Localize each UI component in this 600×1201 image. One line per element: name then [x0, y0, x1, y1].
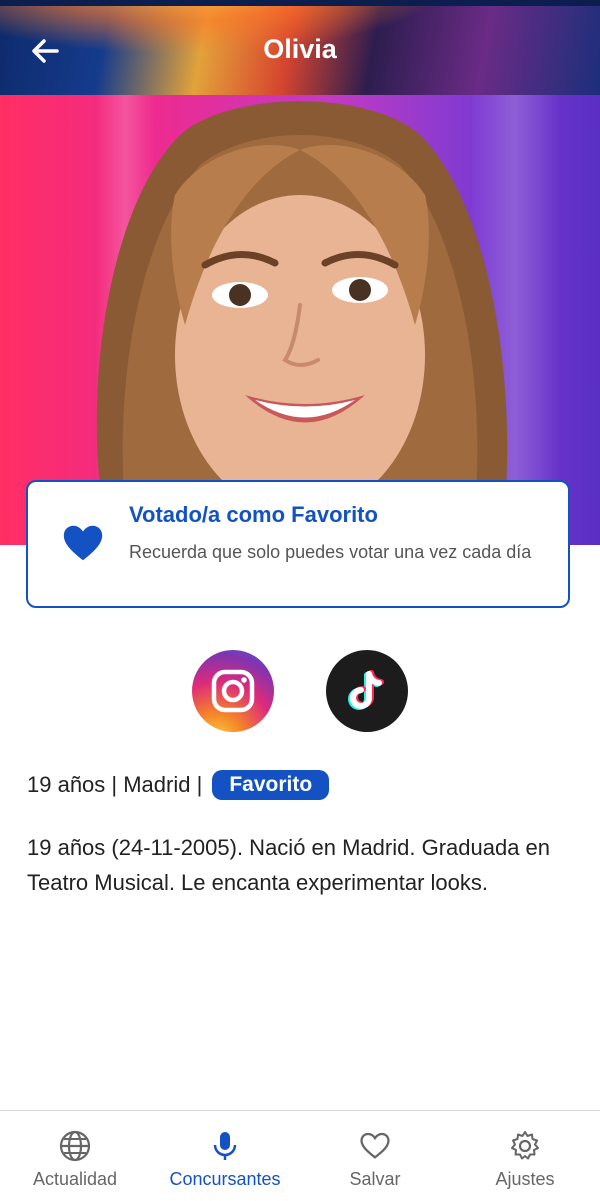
contestant-bio: 19 años (24-11-2005). Nació en Madrid. G…	[27, 835, 551, 895]
nav-item-actualidad[interactable]: Actualidad	[0, 1111, 150, 1201]
nav-label-ajustes: Ajustes	[495, 1169, 555, 1189]
nav-label-concursantes: Concursantes	[169, 1169, 281, 1189]
heart-outline-icon	[360, 1132, 390, 1159]
microphone-icon	[213, 1132, 237, 1160]
gear-icon	[511, 1131, 539, 1160]
globe-icon	[59, 1130, 91, 1162]
portrait-illustration	[96, 101, 508, 545]
status-strip	[0, 0, 600, 6]
vote-title: Votado/a como Favorito	[129, 502, 378, 527]
tiktok-icon	[348, 670, 384, 710]
vote-status-card: Votado/a como Favorito Recuerda que solo…	[26, 480, 570, 608]
nav-item-ajustes[interactable]: Ajustes	[450, 1111, 600, 1201]
contestant-photo	[0, 95, 600, 545]
vote-description: Recuerda que solo puedes votar una vez c…	[129, 542, 532, 562]
instagram-button[interactable]	[192, 650, 274, 732]
nav-label-salvar: Salvar	[349, 1169, 401, 1189]
app-header: Olivia	[0, 0, 600, 95]
instagram-icon	[211, 669, 255, 713]
nav-item-concursantes[interactable]: Concursantes	[150, 1111, 300, 1201]
age-city-text: 19 años | Madrid |	[27, 772, 203, 797]
contestant-info: 19 años | Madrid | Favorito	[27, 770, 330, 800]
favorite-badge: Favorito	[212, 770, 330, 800]
heart-filled-icon	[63, 525, 103, 561]
page-title: Olivia	[263, 34, 337, 64]
tiktok-button[interactable]	[326, 650, 408, 732]
nav-label-actualidad: Actualidad	[32, 1169, 118, 1189]
nav-item-salvar[interactable]: Salvar	[300, 1111, 450, 1201]
bottom-navigation: Actualidad Concursantes Salvar Ajustes	[0, 1110, 600, 1201]
